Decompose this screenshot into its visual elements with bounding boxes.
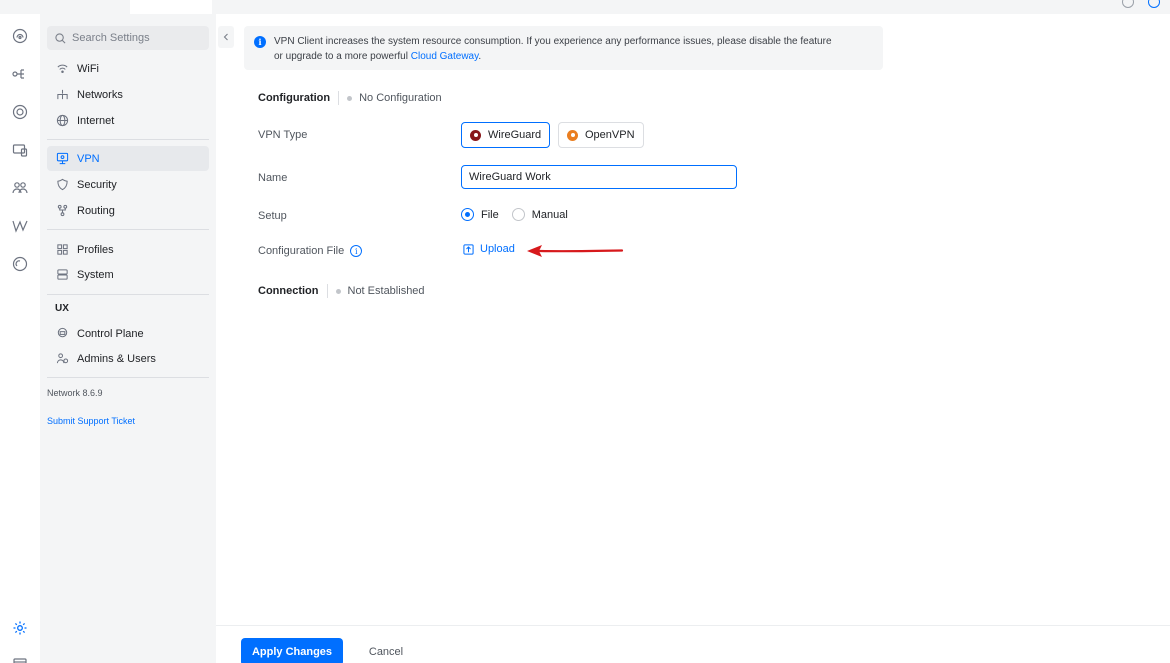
search-input[interactable] [72, 32, 202, 44]
openvpn-logo-icon [567, 129, 578, 141]
configuration-heading: Configuration No Configuration [258, 91, 442, 105]
vpn-icon [55, 152, 69, 166]
wireguard-option[interactable]: WireGuard [461, 122, 551, 148]
manual-radio-label[interactable]: Manual [532, 209, 568, 221]
setup-radio-group: File Manual [461, 208, 581, 221]
annotation-arrow-icon [527, 245, 624, 257]
status-dot [347, 95, 353, 101]
connection-state: Not Established [347, 285, 425, 297]
sidebar-item-label: Networks [77, 88, 123, 101]
statistics-icon[interactable] [12, 218, 28, 234]
vpn-type-label: VPN Type [258, 129, 308, 141]
settings-sidebar: WiFi Networks Internet VPN Security Rout… [40, 14, 216, 663]
sidebar-item-admins-users[interactable]: Admins & Users [47, 346, 209, 371]
sidebar-item-label: Internet [77, 114, 115, 127]
sidebar-item-profiles[interactable]: Profiles [47, 237, 209, 262]
sidebar-divider [47, 294, 209, 295]
user-icon[interactable] [1122, 0, 1134, 8]
sidebar-divider [47, 229, 209, 230]
settings-gear-icon[interactable] [12, 620, 28, 636]
sidebar-item-label: VPN [77, 152, 100, 165]
cancel-button[interactable]: Cancel [358, 638, 414, 663]
sidebar-item-wifi[interactable]: WiFi [47, 56, 209, 81]
status-dot [335, 288, 341, 294]
devices-icon[interactable] [12, 104, 28, 120]
version-label: Network 8.6.9 [47, 388, 103, 398]
upload-icon [463, 243, 474, 255]
window-top-strip [0, 0, 1170, 14]
system-icon [55, 268, 69, 282]
topology-icon[interactable] [12, 66, 28, 82]
profiles-icon [55, 243, 69, 257]
sidebar-item-networks[interactable]: Networks [47, 82, 209, 107]
sidebar-item-label: Routing [77, 204, 115, 217]
sidebar-divider [47, 377, 209, 378]
configuration-file-label-row: Configuration File i [258, 245, 363, 257]
connection-title: Connection [258, 285, 319, 297]
footer-divider [216, 625, 1170, 626]
app-icon-rail [0, 14, 40, 663]
search-settings[interactable] [47, 26, 209, 50]
dashboard-icon[interactable] [12, 28, 28, 44]
openvpn-label: OpenVPN [585, 129, 635, 141]
cloud-gateway-link[interactable]: Cloud Gateway [411, 51, 479, 62]
wifi-icon [55, 62, 69, 76]
sidebar-item-label: Security [77, 178, 117, 191]
resource-warning-banner: i VPN Client increases the system resour… [244, 26, 883, 70]
file-radio-label[interactable]: File [481, 209, 499, 221]
info-icon[interactable]: i [350, 245, 363, 257]
collapse-sidebar-button[interactable] [218, 26, 234, 48]
shield-icon [55, 178, 69, 192]
sidebar-item-label: Profiles [77, 243, 114, 256]
ux-section-label: UX [55, 303, 69, 314]
sidebar-item-label: Admins & Users [77, 352, 156, 365]
apply-changes-button[interactable]: Apply Changes [241, 638, 343, 663]
name-label: Name [258, 172, 288, 184]
sidebar-item-internet[interactable]: Internet [47, 108, 209, 133]
active-top-tab[interactable] [130, 0, 212, 14]
sidebar-item-system[interactable]: System [47, 262, 209, 287]
info-icon: i [254, 36, 266, 48]
admins-users-icon [55, 352, 69, 366]
wireguard-label: WireGuard [488, 129, 542, 141]
connection-heading: Connection Not Established [258, 284, 425, 298]
banner-period: . [478, 51, 482, 62]
globe-icon [55, 114, 69, 128]
submit-support-ticket-link[interactable]: Submit Support Ticket [47, 416, 135, 426]
file-radio[interactable] [461, 208, 474, 221]
sidebar-item-security[interactable]: Security [47, 172, 209, 197]
sidebar-item-label: Control Plane [77, 327, 144, 340]
alarms-icon[interactable] [12, 256, 28, 272]
chevron-left-icon [223, 33, 228, 41]
sidebar-item-label: WiFi [77, 62, 99, 75]
notification-icon[interactable] [1148, 0, 1160, 8]
sidebar-item-vpn[interactable]: VPN [47, 146, 209, 171]
wireguard-logo-icon [470, 129, 481, 141]
sidebar-divider [47, 139, 209, 140]
search-icon [55, 32, 66, 43]
configuration-file-label: Configuration File [258, 245, 345, 257]
networks-icon [55, 88, 69, 102]
openvpn-option[interactable]: OpenVPN [558, 122, 644, 148]
control-plane-icon [55, 327, 69, 341]
banner-text: VPN Client increases the system resource… [274, 34, 832, 64]
calendar-icon[interactable] [12, 656, 28, 663]
configuration-state: No Configuration [359, 92, 442, 104]
name-field[interactable] [461, 165, 737, 189]
upload-label: Upload [480, 243, 515, 255]
configuration-title: Configuration [258, 92, 331, 104]
sidebar-item-control-plane[interactable]: Control Plane [47, 321, 209, 346]
routing-icon [55, 204, 69, 218]
manual-radio[interactable] [511, 208, 525, 221]
clients-icon[interactable] [12, 180, 28, 196]
banner-message-line2: or upgrade to a more powerful [274, 51, 408, 62]
upload-button[interactable]: Upload [463, 243, 515, 255]
banner-message: VPN Client increases the system resource… [274, 36, 832, 47]
client-devices-icon[interactable] [12, 142, 28, 158]
sidebar-item-routing[interactable]: Routing [47, 198, 209, 223]
setup-label: Setup [258, 210, 287, 222]
sidebar-item-label: System [77, 268, 114, 281]
